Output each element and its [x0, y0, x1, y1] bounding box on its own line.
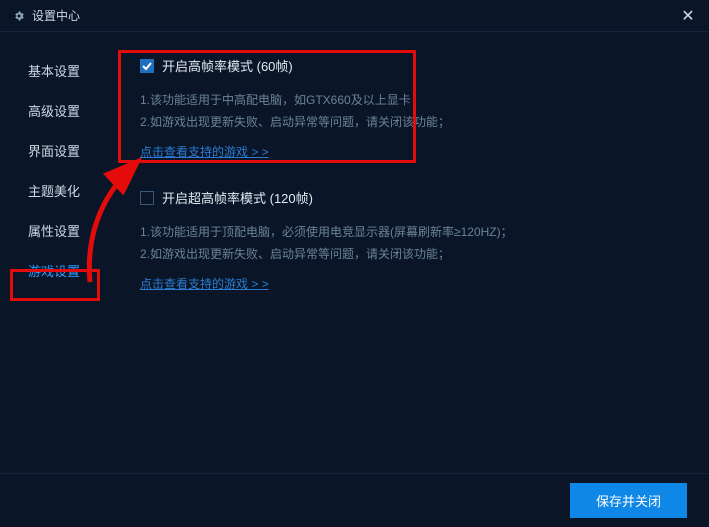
sidebar-item-basic[interactable]: 基本设置 — [0, 50, 108, 90]
link-supported-games-1[interactable]: 点击查看支持的游戏 > > — [140, 143, 269, 160]
close-icon[interactable]: ✕ — [679, 7, 697, 25]
sidebar-item-attr[interactable]: 属性设置 — [0, 210, 108, 250]
content-panel: 开启高帧率模式 (60帧) 1.该功能适用于中高配电脑，如GTX660及以上显卡… — [108, 32, 709, 473]
save-close-button[interactable]: 保存并关闭 — [570, 483, 687, 518]
label-high-fps: 开启高帧率模式 (60帧) — [162, 56, 293, 75]
window-title: 设置中心 — [32, 7, 80, 24]
checkbox-high-fps[interactable] — [140, 59, 154, 73]
desc-ultra-fps-1: 1.该功能适用于顶配电脑，必须使用电竞显示器(屏幕刷新率≥120HZ)； — [140, 221, 689, 243]
label-ultra-fps: 开启超高帧率模式 (120帧) — [162, 188, 313, 207]
gear-icon — [12, 9, 26, 23]
desc-high-fps-2: 2.如游戏出现更新失败、启动异常等问题，请关闭该功能； — [140, 111, 689, 133]
sidebar: 基本设置 高级设置 界面设置 主题美化 属性设置 游戏设置 — [0, 32, 108, 473]
checkbox-ultra-fps[interactable] — [140, 191, 154, 205]
sidebar-item-advanced[interactable]: 高级设置 — [0, 90, 108, 130]
footer: 保存并关闭 — [0, 473, 709, 527]
titlebar: 设置中心 ✕ — [0, 0, 709, 32]
sidebar-item-ui[interactable]: 界面设置 — [0, 130, 108, 170]
option-ultra-fps: 开启超高帧率模式 (120帧) 1.该功能适用于顶配电脑，必须使用电竞显示器(屏… — [140, 188, 689, 292]
option-high-fps: 开启高帧率模式 (60帧) 1.该功能适用于中高配电脑，如GTX660及以上显卡… — [140, 56, 689, 160]
desc-ultra-fps-2: 2.如游戏出现更新失败、启动异常等问题，请关闭该功能； — [140, 243, 689, 265]
sidebar-item-theme[interactable]: 主题美化 — [0, 170, 108, 210]
desc-high-fps-1: 1.该功能适用于中高配电脑，如GTX660及以上显卡； — [140, 89, 689, 111]
link-supported-games-2[interactable]: 点击查看支持的游戏 > > — [140, 275, 269, 292]
sidebar-item-game[interactable]: 游戏设置 — [0, 250, 108, 290]
